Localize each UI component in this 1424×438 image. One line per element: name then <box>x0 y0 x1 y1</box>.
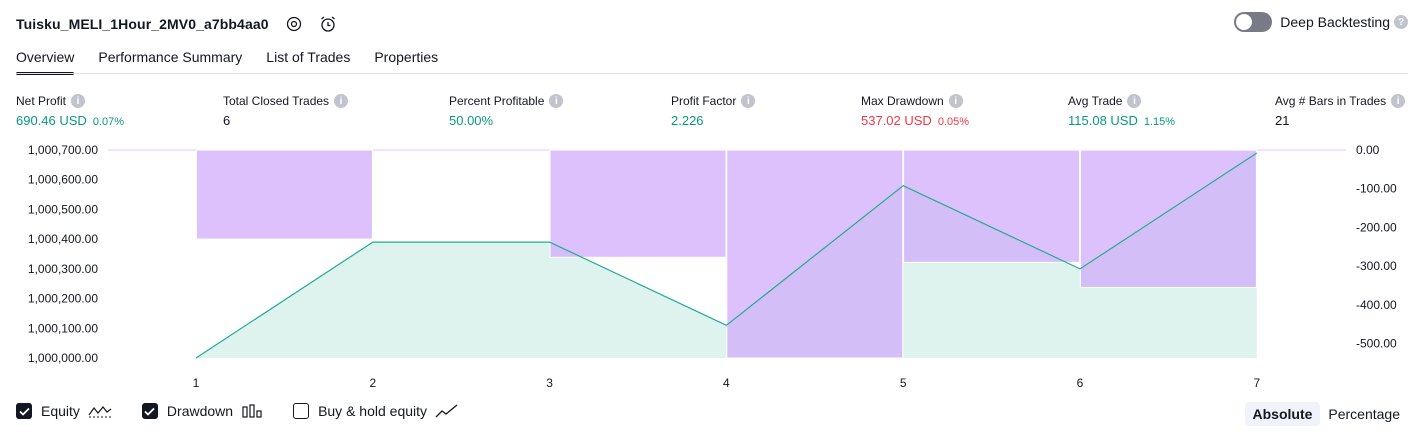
x-axis-tick: 5 <box>900 376 907 390</box>
metric-label: Max Drawdown <box>861 94 944 108</box>
drawdown-bars-icon <box>241 404 263 418</box>
tab-performance-summary[interactable]: Performance Summary <box>98 44 242 74</box>
legend-drawdown[interactable]: Drawdown <box>141 403 263 419</box>
left-axis-tick: 1,000,600.00 <box>28 173 98 187</box>
x-axis-tick: 4 <box>723 376 730 390</box>
strategy-header: Tuisku_MELI_1Hour_2MV0_a7bb4aa0 <box>16 12 337 36</box>
buy-hold-line-icon <box>435 404 459 418</box>
tab-properties[interactable]: Properties <box>374 44 438 74</box>
metric-pct: 0.05% <box>937 116 970 128</box>
scale-mode-toggle: Absolute Percentage <box>1244 402 1409 426</box>
help-icon[interactable]: i <box>549 94 564 108</box>
legend-equity[interactable]: Equity <box>16 403 112 419</box>
tab-list-of-trades[interactable]: List of Trades <box>266 44 350 74</box>
chart-legend: Equity Drawdown Buy & hold equity <box>16 403 489 419</box>
right-axis-tick: -200.00 <box>1356 220 1397 234</box>
metric-pct: 1.15% <box>1143 116 1176 128</box>
deep-backtesting: Deep Backtesting ? <box>1234 12 1408 32</box>
left-axis-tick: 1,000,500.00 <box>28 202 98 216</box>
left-axis-tick: 1,000,200.00 <box>28 292 98 306</box>
metric-label: Avg Trade <box>1068 94 1123 108</box>
help-icon[interactable]: i <box>1391 94 1406 108</box>
metric-value: 21 <box>1275 113 1290 128</box>
help-icon[interactable]: i <box>1127 94 1142 108</box>
metric-value: 690.46 USD <box>16 113 87 128</box>
metric-label: Net Profit <box>16 94 67 108</box>
right-axis-tick: 0.00 <box>1356 143 1380 157</box>
equity-chart[interactable]: 1,000,700.00 1,000,600.00 1,000,500.00 1,00… <box>0 135 1424 397</box>
tab-bar: Overview Performance Summary List of Tra… <box>16 44 462 75</box>
drawdown-bar <box>195 149 373 240</box>
toggle-knob <box>1236 14 1253 30</box>
settings-icon[interactable] <box>285 15 303 33</box>
metric-value: 50.00% <box>449 113 494 128</box>
legend-buy-hold[interactable]: Buy & hold equity <box>293 403 459 419</box>
help-icon[interactable]: ? <box>1394 15 1408 29</box>
x-axis-tick: 1 <box>193 376 200 390</box>
drawdown-bar <box>903 149 1081 263</box>
x-axis-tick: 7 <box>1253 376 1260 390</box>
metric-value: 537.02 USD <box>861 113 932 128</box>
buy-hold-checkbox[interactable] <box>293 403 310 419</box>
drawdown-bar <box>549 149 727 258</box>
metric-avg-trade: Avg Trade i 115.08 USD 1.15% <box>1068 93 1175 128</box>
strategy-name: Tuisku_MELI_1Hour_2MV0_a7bb4aa0 <box>16 16 269 32</box>
tabs-divider <box>16 73 1408 74</box>
metric-profit-factor: Profit Factor i 2.226 <box>671 93 756 128</box>
tab-overview[interactable]: Overview <box>16 44 75 75</box>
metric-value: 115.08 USD <box>1068 113 1138 128</box>
metric-label: Total Closed Trades <box>223 94 330 108</box>
alarm-icon[interactable] <box>319 15 337 33</box>
metric-pct: 0.07% <box>92 116 125 128</box>
metric-value: 6 <box>223 113 231 128</box>
metric-net-profit: Net Profit i 690.46 USD 0.07% <box>16 93 124 128</box>
equity-checkbox[interactable] <box>16 403 32 419</box>
help-icon[interactable]: i <box>334 94 349 108</box>
drawdown-bar <box>726 149 904 359</box>
right-axis-tick: -300.00 <box>1356 259 1397 273</box>
left-axis-tick: 1,000,100.00 <box>28 321 98 335</box>
right-axis-tick: -400.00 <box>1356 298 1397 312</box>
drawdown-checkbox[interactable] <box>141 403 158 419</box>
help-icon[interactable]: i <box>741 94 756 108</box>
deep-backtesting-label: Deep Backtesting <box>1280 14 1390 30</box>
metric-max-drawdown: Max Drawdown i 537.02 USD 0.05% <box>861 93 969 128</box>
metric-label: Avg # Bars in Trades <box>1275 94 1387 108</box>
right-axis-tick: -100.00 <box>1356 182 1397 196</box>
metric-label: Profit Factor <box>671 94 737 108</box>
metric-total-closed-trades: Total Closed Trades i 6 <box>223 93 349 128</box>
x-axis-tick: 3 <box>546 376 553 390</box>
help-icon[interactable]: i <box>948 94 963 108</box>
left-axis-tick: 1,000,300.00 <box>28 262 98 276</box>
x-axis-tick: 2 <box>369 376 376 390</box>
metric-percent-profitable: Percent Profitable i 50.00% <box>449 93 564 128</box>
metric-label: Percent Profitable <box>449 94 545 108</box>
left-axis-tick: 1,000,700.00 <box>28 143 98 157</box>
help-icon[interactable]: i <box>71 94 86 108</box>
deep-backtesting-toggle[interactable] <box>1234 12 1273 32</box>
metric-avg-bars: Avg # Bars in Trades i 21 <box>1275 93 1406 128</box>
percentage-button[interactable]: Percentage <box>1320 402 1408 426</box>
equity-line-icon <box>88 404 112 418</box>
left-axis-tick: 1,000,000.00 <box>28 351 98 365</box>
legend-label: Buy & hold equity <box>318 403 428 419</box>
right-axis-tick: -500.00 <box>1356 337 1397 351</box>
left-axis-tick: 1,000,400.00 <box>28 232 98 246</box>
metric-value: 2.226 <box>671 113 704 128</box>
absolute-button[interactable]: Absolute <box>1244 402 1321 426</box>
legend-label: Equity <box>41 403 80 419</box>
x-axis-tick: 6 <box>1077 376 1084 390</box>
legend-label: Drawdown <box>166 403 234 419</box>
